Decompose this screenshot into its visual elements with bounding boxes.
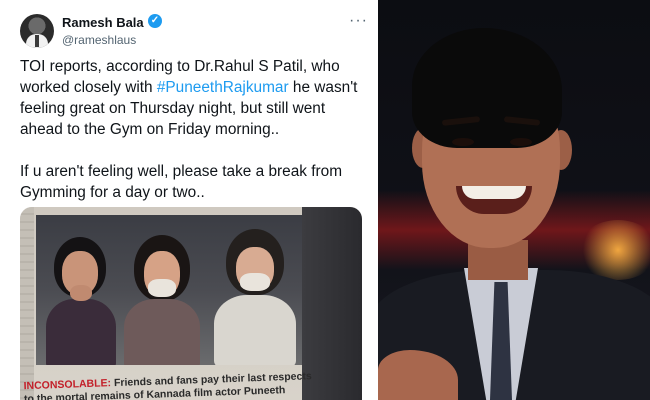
newspaper-caption: INCONSOLABLE: Friends and fans pay their… xyxy=(23,370,324,400)
verified-badge-icon: ✓ xyxy=(148,14,162,28)
newspaper-text-column xyxy=(20,207,34,400)
more-options-icon[interactable]: ··· xyxy=(349,12,368,30)
portrait-photo xyxy=(378,0,650,400)
author-avatar[interactable] xyxy=(20,14,54,48)
tweet-paragraph-1: TOI reports, according to Dr.Rahul S Pat… xyxy=(20,56,370,140)
tweet-text: TOI reports, according to Dr.Rahul S Pat… xyxy=(20,56,370,203)
newspaper-photo xyxy=(36,215,302,365)
hashtag-link[interactable]: #PuneethRajkumar xyxy=(157,79,289,96)
tweet-media-newspaper-clipping[interactable]: INCONSOLABLE: Friends and fans pay their… xyxy=(20,207,362,400)
tweet-card: Ramesh Bala ✓ @rameshlaus ··· TOI report… xyxy=(0,0,378,400)
tweet-paragraph-2: If u aren't feeling well, please take a … xyxy=(20,163,343,201)
author-handle[interactable]: @rameshlaus xyxy=(62,33,136,47)
author-name[interactable]: Ramesh Bala xyxy=(62,15,144,30)
